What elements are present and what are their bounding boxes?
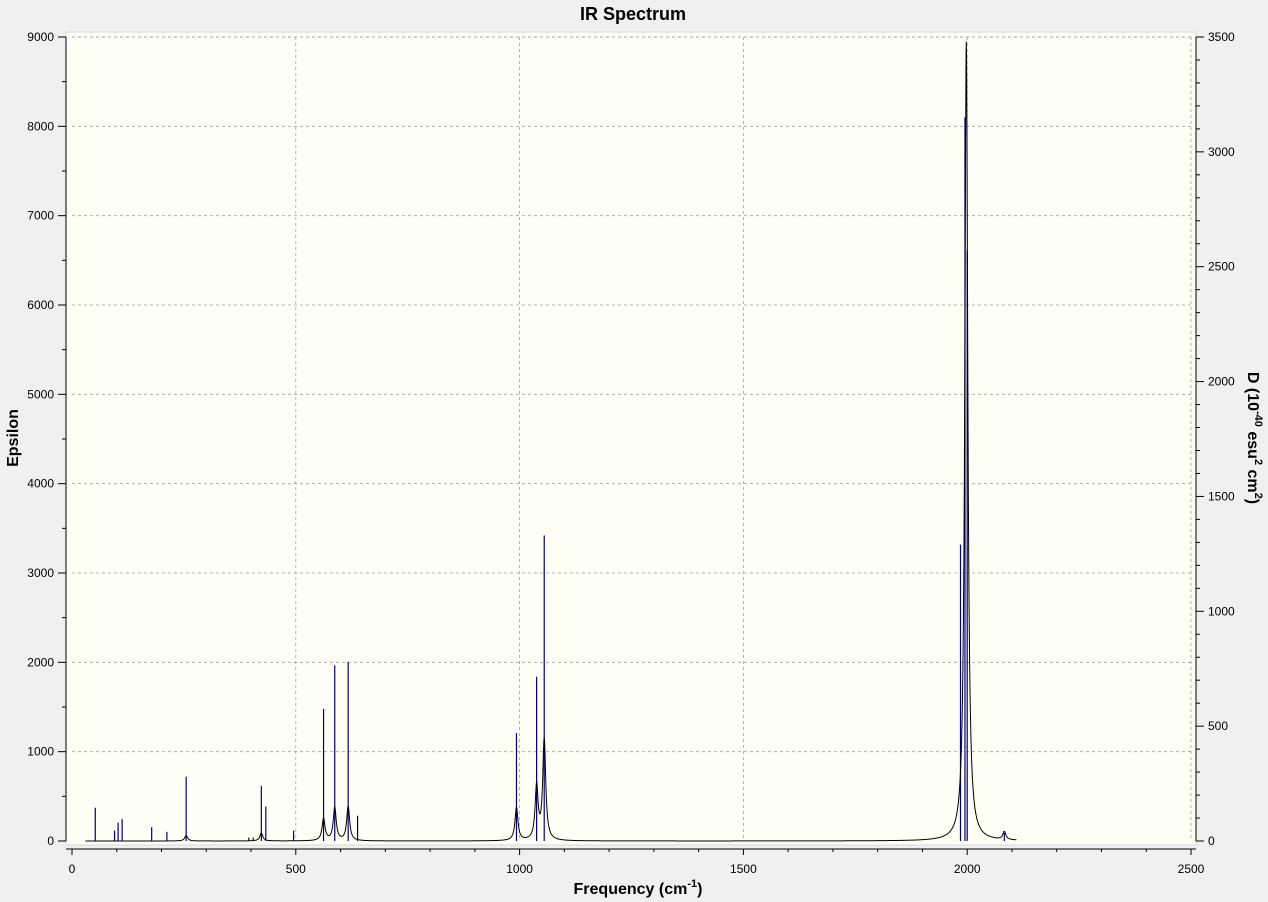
x-tick-label: 500 xyxy=(286,862,306,876)
y-tick-label-right: 1000 xyxy=(1208,604,1235,618)
y-tick-label-right: 500 xyxy=(1208,719,1228,733)
y-tick-label-left: 8000 xyxy=(27,119,54,133)
x-tick-label: 0 xyxy=(69,862,76,876)
y-tick-label-right: 3500 xyxy=(1208,30,1235,44)
y-tick-label-left: 2000 xyxy=(27,655,54,669)
y-tick-label-left: 4000 xyxy=(27,477,54,491)
ir-spectrum-chart: IR Spectrum 0 500 1000 1500 2000 250001000200… xyxy=(0,0,1268,902)
y-tick-label-left: 7000 xyxy=(27,209,54,223)
y-tick-label-left: 6000 xyxy=(27,298,54,312)
y-tick-label-left: 9000 xyxy=(27,30,54,44)
y-tick-label-left: 0 xyxy=(47,834,54,848)
chart-title: IR Spectrum xyxy=(580,4,686,24)
x-tick-label: 1500 xyxy=(730,862,757,876)
y-axis-label-right: D (10-40 esu2 cm2) xyxy=(1244,372,1264,504)
x-tick-label: 1000 xyxy=(506,862,533,876)
y-tick-label-right: 1500 xyxy=(1208,489,1235,503)
y-tick-label-left: 5000 xyxy=(27,387,54,401)
y-tick-label-left: 1000 xyxy=(27,745,54,759)
x-tick-label: 2000 xyxy=(954,862,981,876)
y-tick-label-right: 2500 xyxy=(1208,260,1235,274)
plot-area xyxy=(65,31,1197,846)
y-axis-label-left: Epsilon xyxy=(5,409,22,467)
y-tick-label-right: 0 xyxy=(1208,834,1215,848)
x-tick-label: 2500 xyxy=(1178,862,1205,876)
y-tick-label-right: 2000 xyxy=(1208,375,1235,389)
x-axis-label: Frequency (cm-1) xyxy=(574,878,703,898)
y-tick-label-right: 3000 xyxy=(1208,145,1235,159)
y-tick-label-left: 3000 xyxy=(27,566,54,580)
